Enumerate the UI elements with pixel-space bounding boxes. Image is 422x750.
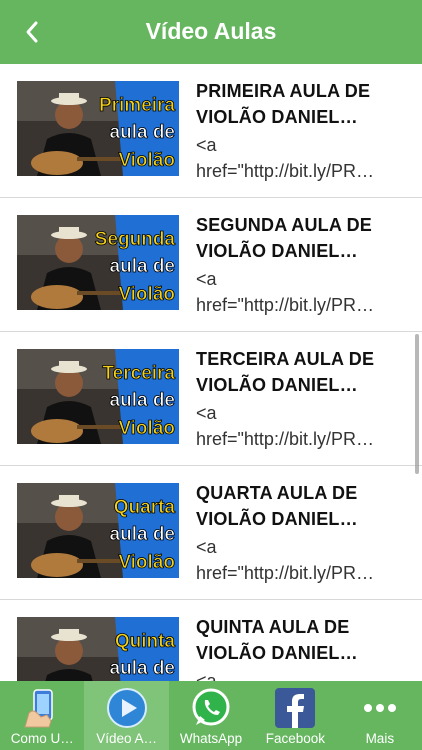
video-description: <a href="http://bit.ly/PR… bbox=[196, 537, 374, 583]
video-title: SEGUNDA AULA DE VIOLÃO DANIEL… bbox=[196, 215, 373, 261]
scrollbar[interactable] bbox=[415, 334, 419, 474]
video-thumbnail: Segunda aula de Violão bbox=[17, 215, 179, 310]
thumbnail-line-3: Violão bbox=[118, 284, 175, 305]
tab-label: Facebook bbox=[265, 731, 326, 746]
thumbnail-line-2: aula de bbox=[110, 390, 175, 411]
tab-bar: Como U… Vídeo A… WhatsApp Facebook Mais bbox=[0, 681, 422, 750]
thumbnail-line-2: aula de bbox=[110, 256, 175, 277]
video-description: <a href="http://bit.ly/PR… bbox=[196, 269, 374, 315]
video-thumbnail: Quarta aula de Violão bbox=[17, 483, 179, 578]
thumbnail-line-1: Segunda bbox=[95, 229, 176, 250]
tab-label: Como U… bbox=[10, 731, 74, 746]
tab-label: Vídeo A… bbox=[96, 731, 157, 746]
video-title: QUINTA AULA DE VIOLÃO DANIEL… bbox=[196, 617, 358, 663]
tab-label: Mais bbox=[365, 731, 395, 746]
hand-phone-icon bbox=[21, 687, 63, 729]
video-thumbnail: Quinta aula de bbox=[17, 617, 179, 681]
thumbnail-line-1: Quarta bbox=[114, 497, 176, 518]
tab-whatsapp[interactable]: WhatsApp bbox=[169, 681, 253, 750]
thumbnail-line-2: aula de bbox=[110, 524, 175, 545]
thumbnail-line-3: Violão bbox=[118, 418, 175, 439]
video-description: <a href="http://bit.ly/PR… bbox=[196, 135, 374, 181]
video-thumbnail: Terceira aula de Violão bbox=[17, 349, 179, 444]
video-description: <a href="http://bit.ly/PR… bbox=[196, 403, 374, 449]
tab-video-aulas[interactable]: Vídeo A… bbox=[84, 681, 169, 750]
tab-facebook[interactable]: Facebook bbox=[253, 681, 337, 750]
video-description: <a bbox=[196, 671, 217, 681]
video-title: TERCEIRA AULA DE VIOLÃO DANIEL… bbox=[196, 349, 375, 395]
thumbnail-line-2: aula de bbox=[110, 658, 175, 679]
more-icon bbox=[359, 687, 401, 729]
thumbnail-line-1: Terceira bbox=[102, 363, 175, 384]
video-row[interactable]: Primeira aula de Violão PRIMEIRA AULA DE V… bbox=[0, 64, 422, 198]
navigation-bar: Vídeo Aulas bbox=[0, 0, 422, 64]
thumbnail-line-1: Quinta bbox=[115, 631, 176, 652]
tab-mais[interactable]: Mais bbox=[338, 681, 422, 750]
thumbnail-line-2: aula de bbox=[110, 122, 175, 143]
video-title: QUARTA AULA DE VIOLÃO DANIEL… bbox=[196, 483, 358, 529]
video-list[interactable]: Primeira aula de Violão PRIMEIRA AULA DE V… bbox=[0, 64, 422, 681]
video-title: PRIMEIRA AULA DE VIOLÃO DANIEL… bbox=[196, 81, 371, 127]
play-icon bbox=[106, 687, 148, 729]
video-row[interactable]: Terceira aula de Violão TERCEIRA AULA DE V… bbox=[0, 332, 422, 466]
page-title: Vídeo Aulas bbox=[145, 18, 277, 44]
thumbnail-line-3: Violão bbox=[118, 150, 175, 171]
whatsapp-icon bbox=[190, 687, 232, 729]
tab-como-usar[interactable]: Como U… bbox=[0, 681, 84, 750]
video-row[interactable]: Segunda aula de Violão SEGUNDA AULA DE VIO… bbox=[0, 198, 422, 332]
video-thumbnail: Primeira aula de Violão bbox=[17, 81, 179, 176]
video-row[interactable]: Quarta aula de Violão QUARTA AULA DE VIOLÃ… bbox=[0, 466, 422, 600]
tab-label: WhatsApp bbox=[179, 731, 243, 746]
video-row[interactable]: Quinta aula de QUINTA AULA DE VIOLÃO DANI… bbox=[0, 600, 422, 681]
facebook-icon bbox=[274, 687, 316, 729]
thumbnail-line-3: Violão bbox=[118, 552, 175, 573]
thumbnail-line-1: Primeira bbox=[99, 95, 175, 116]
